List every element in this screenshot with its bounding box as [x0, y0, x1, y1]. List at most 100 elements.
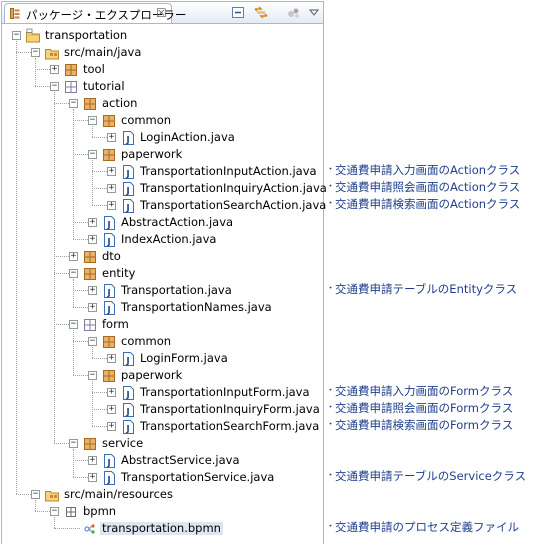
annotation-note: 交通費申請検索画面のActionクラス [326, 196, 520, 212]
tree-connector [16, 52, 31, 53]
tree-connector [73, 222, 88, 223]
expand-toggle-icon[interactable]: + [88, 235, 97, 244]
tree-item-package-empty[interactable]: − form [2, 316, 323, 333]
view-tab[interactable]: パッケージ・エクスプローラー ☒ [4, 3, 186, 23]
tree-connector [92, 426, 107, 427]
svg-text:J: J [106, 459, 110, 469]
close-icon[interactable]: ☒ [156, 6, 167, 20]
expand-toggle-icon[interactable]: + [107, 422, 116, 431]
tree-item-label: TransportationInputAction.java [140, 164, 317, 178]
collapse-toggle-icon[interactable]: − [31, 48, 40, 57]
collapse-toggle-icon[interactable]: − [12, 31, 21, 40]
tree-connector [73, 477, 88, 478]
expand-toggle-icon[interactable]: + [88, 473, 97, 482]
tree-item-package[interactable]: − action [2, 95, 323, 112]
collapse-toggle-icon[interactable]: − [88, 337, 97, 346]
tree-item-package[interactable]: − common [2, 333, 323, 350]
link-with-editor-icon[interactable] [253, 5, 269, 20]
tree-item-package[interactable]: − service [2, 435, 323, 452]
tree-item-file[interactable]: + J TransportationInputAction.java [2, 163, 323, 180]
tree-item-package-empty[interactable]: − tutorial [2, 78, 323, 95]
collapse-toggle-icon[interactable]: − [69, 99, 78, 108]
tree-item-file[interactable]: + J TransportationInputForm.java [2, 384, 323, 401]
expand-toggle-icon[interactable]: + [50, 65, 59, 74]
tree-item-project[interactable]: − transportation [2, 27, 323, 44]
tree-connector [92, 137, 107, 138]
folder-icon [63, 504, 79, 520]
tree-item-file[interactable]: + J TransportationInquiryAction.java [2, 180, 327, 197]
tree-item-package[interactable]: − entity [2, 265, 323, 282]
tree-item-file[interactable]: + J AbstractAction.java [2, 214, 323, 231]
tree-item-package[interactable]: + dto [2, 248, 323, 265]
collapse-toggle-icon[interactable]: − [69, 269, 78, 278]
expand-toggle-icon[interactable]: + [107, 167, 116, 176]
collapse-toggle-icon[interactable]: − [69, 320, 78, 329]
tree-connector [92, 358, 107, 359]
view-titlebar: パッケージ・エクスプローラー ☒ [2, 2, 323, 24]
collapse-all-icon[interactable] [230, 5, 246, 20]
expand-toggle-icon[interactable]: + [69, 252, 78, 261]
package-icon [82, 436, 98, 452]
filter-icon[interactable] [286, 5, 302, 20]
expand-toggle-icon[interactable]: + [107, 354, 116, 363]
tree-item-file[interactable]: + J AbstractService.java [2, 452, 323, 469]
tree-item-file[interactable]: transportation.bpmn [2, 520, 323, 537]
expand-toggle-icon[interactable]: + [107, 133, 116, 142]
tree-item-file[interactable]: + J Transportation.java [2, 282, 323, 299]
expand-toggle-icon[interactable]: + [107, 201, 116, 210]
collapse-toggle-icon[interactable]: − [88, 150, 97, 159]
java-file-icon: J [120, 130, 136, 146]
tree-item-file[interactable]: + J TransportationSearchAction.java [2, 197, 326, 214]
tree-item-label: form [102, 317, 129, 331]
tree-item-file[interactable]: + J TransportationNames.java [2, 299, 323, 316]
collapse-toggle-icon[interactable]: − [88, 371, 97, 380]
svg-text:J: J [125, 425, 129, 435]
java-file-icon: J [120, 164, 136, 180]
expand-toggle-icon[interactable]: + [88, 303, 97, 312]
tree-item-file[interactable]: + J LoginForm.java [2, 350, 323, 367]
collapse-toggle-icon[interactable]: − [31, 490, 40, 499]
tree-item-label: TransportationInquiryAction.java [140, 181, 327, 195]
tree-connector [54, 443, 69, 444]
tree-item-file[interactable]: + J TransportationService.java [2, 469, 323, 486]
expand-toggle-icon[interactable]: + [107, 405, 116, 414]
tree-item-srcfolder[interactable]: − src/main/resources [2, 486, 323, 503]
tree-item-label: src/main/java [64, 45, 142, 59]
collapse-toggle-icon[interactable]: − [69, 439, 78, 448]
tree-item-package[interactable]: + tool [2, 61, 323, 78]
collapse-toggle-icon[interactable]: − [50, 507, 59, 516]
view-menu-icon[interactable] [306, 5, 322, 20]
tree-item-file[interactable]: + J TransportationInquiryForm.java [2, 401, 323, 418]
tree-connector [73, 449, 74, 477]
expand-toggle-icon[interactable]: + [88, 286, 97, 295]
package-icon [101, 147, 117, 163]
tree-item-package[interactable]: − paperwork [2, 146, 323, 163]
tree-item-package[interactable]: − common [2, 112, 323, 129]
expand-toggle-icon[interactable]: + [107, 184, 116, 193]
tree-item-file[interactable]: + J IndexAction.java [2, 231, 323, 248]
tree-connector [73, 109, 74, 239]
tree-item-package[interactable]: − paperwork [2, 367, 323, 384]
java-file-icon: J [101, 453, 117, 469]
tree-item-label: TransportationService.java [121, 470, 275, 484]
tree-connector [73, 330, 74, 375]
tree-connector [73, 375, 88, 376]
expand-toggle-icon[interactable]: + [88, 218, 97, 227]
expand-toggle-icon[interactable]: + [88, 456, 97, 465]
tree-connector [54, 273, 69, 274]
tree-item-file[interactable]: + J TransportationSearchForm.java [2, 418, 323, 435]
java-file-icon: J [120, 402, 136, 418]
tree-connector [92, 392, 107, 393]
tree-item-label: tool [83, 62, 105, 76]
tree-item-label: TransportationInquiryForm.java [140, 402, 320, 416]
tree-connector [54, 92, 55, 443]
collapse-toggle-icon[interactable]: − [88, 116, 97, 125]
tree-item-folder[interactable]: − bpmn [2, 503, 323, 520]
tree-item-file[interactable]: + J LoginAction.java [2, 129, 323, 146]
collapse-toggle-icon[interactable]: − [50, 82, 59, 91]
tree-item-srcfolder[interactable]: − src/main/java [2, 44, 323, 61]
empty-package-icon [63, 79, 79, 95]
expand-toggle-icon[interactable]: + [107, 388, 116, 397]
svg-text:J: J [106, 306, 110, 316]
java-file-icon: J [101, 283, 117, 299]
